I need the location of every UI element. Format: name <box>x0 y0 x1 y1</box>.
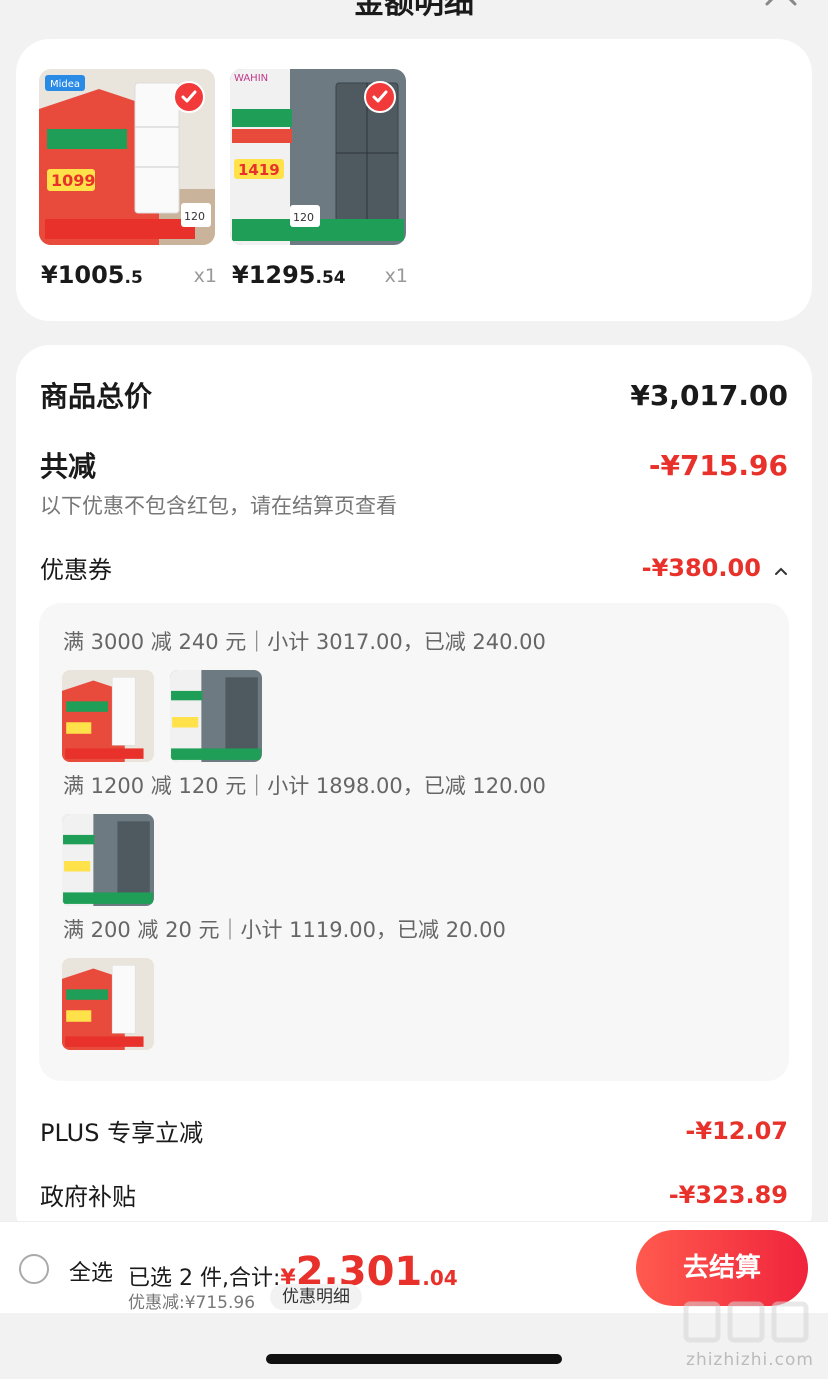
product-price: ¥1295.54 <box>232 261 346 289</box>
home-indicator <box>266 1354 562 1364</box>
total-reduce-value: -¥715.96 <box>648 448 788 482</box>
coupon-label: 优惠券 <box>40 556 112 584</box>
select-all-label[interactable]: 全选 <box>69 1255 113 1287</box>
product-quantity: x1 <box>193 265 217 287</box>
plus-discount-row: PLUS 专享立减 -¥12.07 <box>40 1113 788 1148</box>
total-amount-dec: .04 <box>422 1266 458 1290</box>
discount-summary: 优惠减:¥715.96 <box>128 1293 256 1313</box>
selected-check-icon[interactable] <box>173 81 205 113</box>
gov-subsidy-label: 政府补贴 <box>40 1183 136 1211</box>
svg-text:1099: 1099 <box>51 171 96 190</box>
coupon-row[interactable]: 优惠券 -¥380.00 <box>40 550 788 585</box>
coupon-value-group[interactable]: -¥380.00 <box>642 554 788 582</box>
total-reduce-row: 共减 -¥715.96 <box>40 445 788 485</box>
chevron-up-icon[interactable] <box>774 566 788 576</box>
select-all-radio[interactable] <box>19 1254 49 1284</box>
watermark-logo <box>683 1301 809 1343</box>
svg-text:1419: 1419 <box>238 161 280 179</box>
product-brand-logo: WAHIN <box>234 73 268 84</box>
watermark-text: zhizhizhi.com <box>686 1350 814 1370</box>
coupon-breakdown-panel: 满 3000 减 240 元｜小计 3017.00，已减 240.00 满 12… <box>39 603 789 1081</box>
product-item[interactable]: WAHIN 1419 120 ¥1295.54 x1 <box>230 69 408 289</box>
svg-text:120: 120 <box>184 210 205 223</box>
coupon-value: -¥380.00 <box>641 553 761 582</box>
total-price-row: 商品总价 ¥3,017.00 <box>40 375 788 415</box>
sheet-title: 金额明细 <box>354 0 474 21</box>
discount-detail-button[interactable]: 优惠明细 <box>270 1284 362 1310</box>
product-item[interactable]: Midea 1099 120 ¥1005.5 x1 <box>39 69 217 289</box>
gov-subsidy-row: 政府补贴 -¥323.89 <box>40 1177 788 1212</box>
gov-subsidy-value: -¥323.89 <box>668 1180 788 1209</box>
product-thumbnail[interactable]: WAHIN 1419 120 <box>230 69 406 245</box>
close-icon[interactable] <box>764 0 798 8</box>
svg-text:120: 120 <box>293 211 314 224</box>
coupon-rule: 满 1200 减 120 元｜小计 1898.00，已减 120.00 <box>63 774 546 798</box>
total-price-label: 商品总价 <box>40 380 153 413</box>
coupon-product-thumbnail <box>170 670 262 762</box>
plus-discount-label: PLUS 专享立减 <box>40 1119 204 1147</box>
coupon-rule: 满 200 减 20 元｜小计 1119.00，已减 20.00 <box>63 918 506 942</box>
coupon-product-thumbnail <box>62 958 154 1050</box>
selected-products-card: Midea 1099 120 ¥1005.5 x1 WAHIN 1419 120… <box>16 39 812 321</box>
checkout-button[interactable]: 去结算 <box>636 1230 808 1306</box>
coupon-product-thumbnail <box>62 814 154 906</box>
product-thumbnail[interactable]: Midea 1099 120 <box>39 69 215 245</box>
product-brand-logo: Midea <box>50 79 80 90</box>
amount-detail-card: 商品总价 ¥3,017.00 共减 -¥715.96 以下优惠不包含红包，请在结… <box>16 345 812 1245</box>
coupon-product-thumbnail <box>62 670 154 762</box>
coupon-rule: 满 3000 减 240 元｜小计 3017.00，已减 240.00 <box>63 630 546 654</box>
product-price: ¥1005.5 <box>41 261 143 289</box>
total-reduce-label: 共减 <box>40 450 97 483</box>
reduce-note: 以下优惠不包含红包，请在结算页查看 <box>40 494 397 518</box>
plus-discount-value: -¥12.07 <box>685 1116 788 1145</box>
selected-check-icon[interactable] <box>364 81 396 113</box>
product-quantity: x1 <box>384 265 408 287</box>
total-price-value: ¥3,017.00 <box>630 378 788 412</box>
